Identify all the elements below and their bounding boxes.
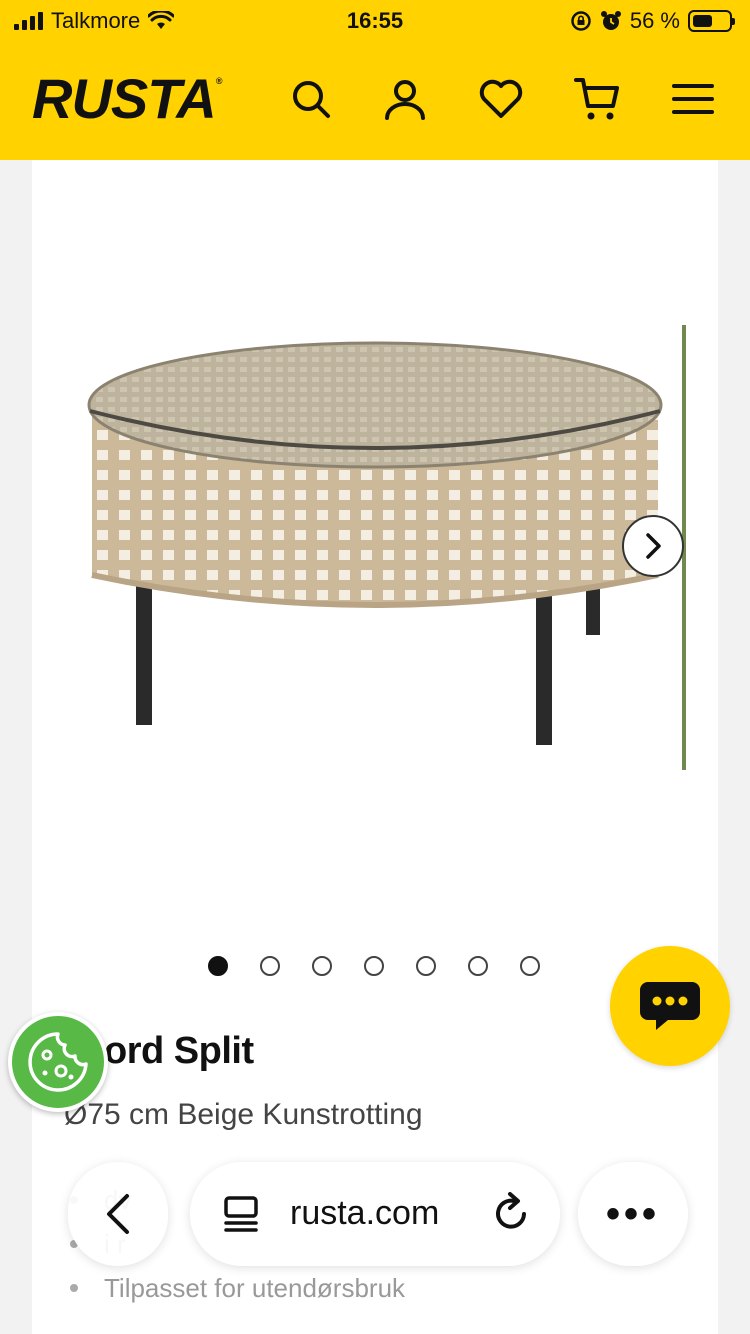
heart-icon[interactable] — [476, 74, 526, 124]
gallery-dot[interactable] — [208, 956, 228, 976]
feature-item: Tilpasset for utendørsbruk — [64, 1266, 405, 1310]
page-menu-icon — [224, 1196, 258, 1232]
more-dots-icon: ••• — [605, 1191, 660, 1236]
product-subtitle: Ø75 cm Beige Kunstrotting — [64, 1098, 423, 1131]
browser-more-button[interactable]: ••• — [578, 1162, 688, 1266]
url-text: rusta.com — [290, 1194, 440, 1232]
browser-back-button[interactable] — [68, 1162, 168, 1266]
gallery-dots — [208, 956, 540, 976]
chat-button[interactable] — [610, 946, 730, 1066]
chevron-left-icon — [107, 1194, 129, 1234]
search-icon[interactable] — [286, 74, 336, 124]
product-card — [32, 160, 718, 1334]
reload-icon[interactable] — [490, 1190, 534, 1236]
battery-percent: 56 % — [629, 8, 680, 33]
rotation-lock-icon — [571, 11, 591, 31]
gallery-dot[interactable] — [468, 956, 488, 976]
gallery-dot[interactable] — [260, 956, 280, 976]
gallery-dot[interactable] — [364, 956, 384, 976]
gallery-dot[interactable] — [312, 956, 332, 976]
alarm-icon — [600, 11, 621, 30]
cart-icon[interactable] — [572, 74, 622, 124]
gallery-dot[interactable] — [416, 956, 436, 976]
cookie-settings-button[interactable] — [8, 1012, 108, 1112]
site-header: RUSTA® — [0, 60, 750, 150]
product-image[interactable] — [70, 325, 686, 770]
next-image-button[interactable] — [622, 515, 684, 577]
battery-icon — [688, 10, 735, 32]
chevron-right-icon — [646, 533, 661, 559]
gallery-dot[interactable] — [520, 956, 540, 976]
account-icon[interactable] — [380, 74, 430, 124]
rusta-logo[interactable]: RUSTA® — [32, 66, 222, 131]
status-right: 56 % — [570, 8, 735, 34]
product-title: ord Split — [104, 1030, 254, 1072]
cookie-icon — [28, 1032, 88, 1092]
chat-bubble-icon — [640, 982, 700, 1030]
status-bar: Talkmore 16:55 56 % — [0, 0, 750, 42]
menu-icon[interactable] — [668, 74, 718, 124]
browser-address-bar[interactable]: rusta.com — [190, 1162, 560, 1266]
